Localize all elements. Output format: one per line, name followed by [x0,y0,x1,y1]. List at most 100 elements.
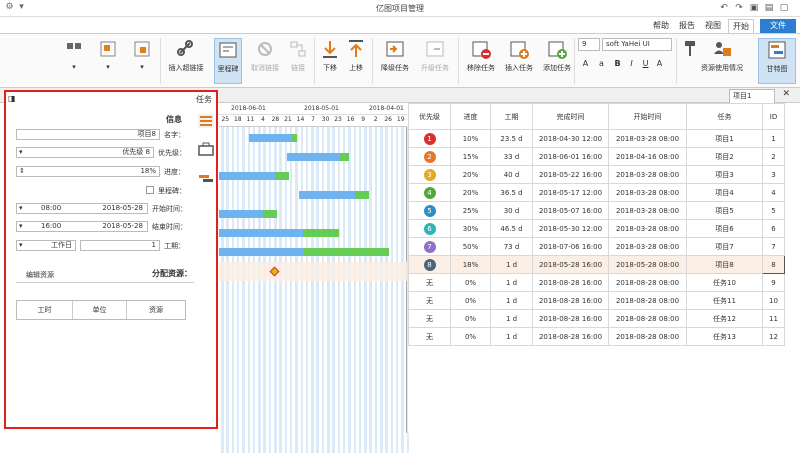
cell-finish[interactable]: 2018-05-28 16:00 [532,255,609,274]
font-size-select[interactable]: 9 [578,38,600,51]
cell-dur[interactable]: 73 d [490,237,533,256]
gantt-bar-progress[interactable] [355,191,369,199]
cell-task[interactable]: 项目4 [686,183,763,202]
gantt-view-button[interactable]: 甘特图 [758,38,796,84]
cell-dur[interactable]: 1 d [490,273,533,292]
ribbon-dropdown-button-2[interactable]: ▾ [96,38,120,84]
cell-id[interactable]: 3 [762,165,785,184]
table-row[interactable]: 无 0% 1 d 2018-08-28 16:00 2018-08-28 08:00 任务… [408,291,785,310]
underline-icon[interactable]: U [640,58,651,69]
cell-prio[interactable]: 无 [408,273,451,292]
col-priority[interactable]: 优先级 [408,103,451,130]
font-grow-icon[interactable]: A [580,58,591,69]
col-start[interactable]: 开始时间 [608,103,687,130]
move-down-button[interactable]: 下移 [318,38,342,84]
cell-dur[interactable]: 46.5 d [490,219,533,238]
cell-prio[interactable]: 无 [408,327,451,346]
cell-task[interactable]: 项目1 [686,129,763,148]
cell-prog[interactable]: 50% [450,237,491,256]
gantt-bar-progress[interactable] [303,229,339,237]
cell-prio[interactable]: 2 [408,147,451,166]
priority-select[interactable]: ▾ 优先级 8 [16,147,154,158]
link-button[interactable]: 链接 [286,38,310,84]
table-row[interactable]: 无 0% 1 d 2018-08-28 16:00 2018-08-28 08:00 任务… [408,273,785,292]
cell-start[interactable]: 2018-08-28 08:00 [608,291,687,310]
gantt-bar[interactable] [219,210,263,218]
cell-task[interactable]: 项目2 [686,147,763,166]
cell-prog[interactable]: 18% [450,255,491,274]
edit-resource-link[interactable]: 编辑资源 [26,270,54,280]
cell-prio[interactable]: 6 [408,219,451,238]
cell-task[interactable]: 项目3 [686,165,763,184]
name-field[interactable]: 项目8 [16,129,160,140]
cell-prio[interactable]: 8 [408,255,451,274]
gantt-bar[interactable] [249,134,293,142]
downgrade-task-button[interactable]: 降级任务 [376,38,414,84]
cell-prio[interactable]: 1 [408,129,451,148]
gantt-bar[interactable] [219,172,275,180]
cell-prio[interactable]: 无 [408,309,451,328]
cell-finish[interactable]: 2018-06-01 16:00 [532,147,609,166]
duration-field[interactable]: 1 [80,240,160,251]
table-row[interactable]: 7 50% 73 d 2018-07-06 16:00 2018-03-28 08:00… [408,237,785,256]
list-icon[interactable] [198,114,214,128]
cell-task[interactable]: 任务13 [686,327,763,346]
document-tab[interactable]: 项目1 [729,89,775,103]
font-shrink-icon[interactable]: a [596,58,607,69]
cell-prog[interactable]: 25% [450,201,491,220]
unlink-button[interactable]: 取消链接 [248,38,282,84]
table-row[interactable]: 无 0% 1 d 2018-08-28 16:00 2018-08-28 08:00 任务… [408,327,785,346]
cell-start[interactable]: 2018-03-28 08:00 [608,165,687,184]
hyperlink-button[interactable]: 插入超链接 [164,38,208,84]
save-icon[interactable]: ▣ [748,2,760,14]
cell-id[interactable]: 7 [762,237,785,256]
upgrade-task-button[interactable]: 升级任务 [416,38,454,84]
gantt-bar-progress[interactable] [292,134,297,142]
cell-task[interactable]: 任务10 [686,273,763,292]
col-progress[interactable]: 进度 [450,103,491,130]
table-row[interactable]: 2 15% 33 d 2018-06-01 16:00 2018-04-16 08:00… [408,147,785,166]
font-name-select[interactable]: soft YaHei UI [602,38,672,51]
cell-start[interactable]: 2018-03-28 08:00 [608,183,687,202]
col-task[interactable]: 任务 [686,103,763,130]
cell-dur[interactable]: 30 d [490,201,533,220]
col-finish[interactable]: 完成时间 [532,103,609,130]
italic-icon[interactable]: I [626,58,637,69]
table-row[interactable]: 1 10% 23.5 d 2018-04-30 12:00 2018-03-28 08:… [408,129,785,148]
progress-stepper[interactable]: ⇕ 18% [16,166,160,177]
resource-usage-button[interactable]: 资源使用情况 [700,38,744,84]
tab-start[interactable]: 开始 [728,19,754,33]
milestone-button[interactable]: 里程碑 [214,38,242,84]
move-up-button[interactable]: 上移 [344,38,368,84]
cell-prog[interactable]: 0% [450,327,491,346]
cell-finish[interactable]: 2018-07-06 16:00 [532,237,609,256]
cell-task[interactable]: 项目5 [686,201,763,220]
cell-dur[interactable]: 1 d [490,309,533,328]
cell-prio[interactable]: 3 [408,165,451,184]
cell-finish[interactable]: 2018-05-07 16:00 [532,201,609,220]
gantt-bar-progress[interactable] [262,210,277,218]
tab-help[interactable]: 帮助 [650,19,672,33]
cell-finish[interactable]: 2018-05-22 16:00 [532,165,609,184]
redo-icon[interactable]: ↷ [733,2,745,14]
cell-id[interactable]: 5 [762,201,785,220]
table-row[interactable]: 5 25% 30 d 2018-05-07 16:00 2018-03-28 08:00… [408,201,785,220]
finish-datetime-field[interactable]: ▾ 16:00 2018-05-28 [16,221,148,232]
cell-finish[interactable]: 2018-08-28 16:00 [532,327,609,346]
cell-start[interactable]: 2018-03-28 08:00 [608,237,687,256]
table-row[interactable]: 4 20% 36.5 d 2018-05-17 12:00 2018-03-28 08:… [408,183,785,202]
cell-prog[interactable]: 20% [450,165,491,184]
resource-assign-icon[interactable] [198,170,214,184]
table-row[interactable]: 8 18% 1 d 2018-05-28 16:00 2018-05-28 08:00 项… [408,255,785,274]
cell-start[interactable]: 2018-03-28 08:00 [608,129,687,148]
cell-prog[interactable]: 0% [450,291,491,310]
ribbon-dropdown-button-3[interactable]: ▾ [130,38,154,84]
cell-prio[interactable]: 无 [408,291,451,310]
cell-prog[interactable]: 0% [450,273,491,292]
cell-id[interactable]: 6 [762,219,785,238]
cell-finish[interactable]: 2018-05-17 12:00 [532,183,609,202]
tab-file[interactable]: 文件 [760,19,796,33]
ribbon-dropdown-button[interactable]: ▾ [62,38,86,84]
cell-prio[interactable]: 7 [408,237,451,256]
cell-id[interactable]: 1 [762,129,785,148]
